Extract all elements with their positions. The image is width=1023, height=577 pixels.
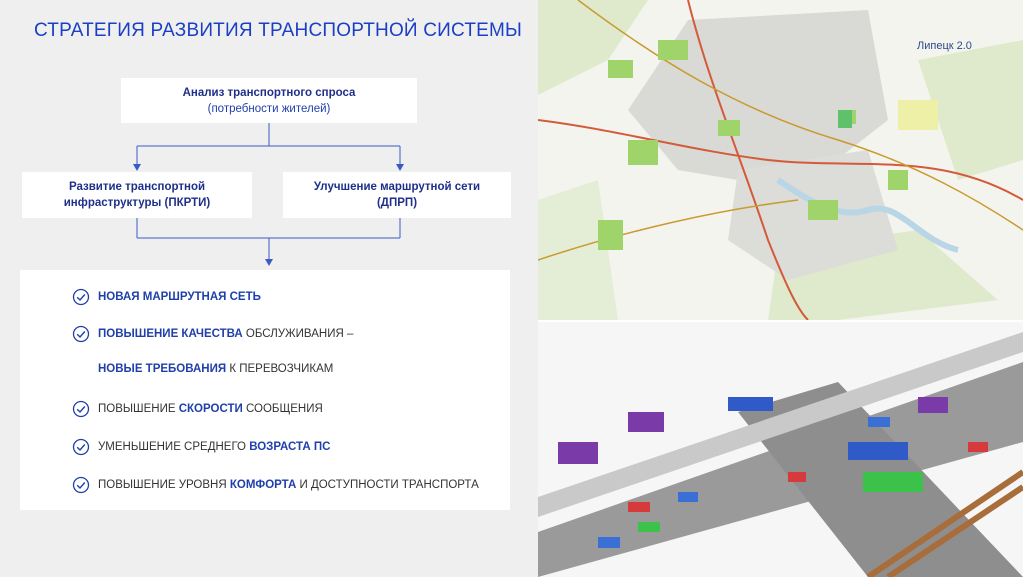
infrastructure-line2: инфраструктуры (ПКРТИ) (63, 197, 211, 209)
check-circle-icon (72, 400, 90, 418)
goal-highlight: ВОЗРАСТА ПС (249, 441, 331, 453)
goal-item: ПОВЫШЕНИЕ УРОВНЯ КОМФОРТА И ДОСТУПНОСТИ … (72, 476, 479, 494)
strategy-panel: СТРАТЕГИЯ РАЗВИТИЯ ТРАНСПОРТНОЙ СИСТЕМЫ … (0, 0, 538, 577)
goal-text: ПОВЫШЕНИЕ (98, 403, 179, 415)
goal-highlight: НОВАЯ МАРШРУТНАЯ СЕТЬ (98, 291, 261, 303)
check-circle-icon (72, 438, 90, 456)
route-network-line2: (ДПРП) (376, 197, 418, 209)
intersection-simulation (538, 322, 1023, 577)
goal-highlight: НОВЫЕ ТРЕБОВАНИЯ (98, 363, 227, 375)
map-label: Липецк 2.0 (917, 40, 972, 52)
demand-analysis-title: Анализ транспортного спроса (182, 86, 356, 99)
goal-item: ПОВЫШЕНИЕ СКОРОСТИ СООБЩЕНИЯ (72, 400, 323, 418)
goal-item: УМЕНЬШЕНИЕ СРЕДНЕГО ВОЗРАСТА ПС (72, 438, 330, 456)
goal-item: НОВЫЕ ТРЕБОВАНИЯ К ПЕРЕВОЗЧИКАМ (98, 363, 333, 375)
arrow-down-icon (265, 259, 273, 266)
goal-item: ПОВЫШЕНИЕ КАЧЕСТВА ОБСЛУЖИВАНИЯ – (72, 325, 353, 343)
arrow-down-icon (133, 164, 141, 171)
infrastructure-box: Развитие транспортной инфраструктуры (ПК… (22, 172, 252, 218)
check-circle-icon (72, 325, 90, 343)
demand-analysis-subtitle: (потребности жителей) (207, 102, 331, 115)
arrow-down-icon (396, 164, 404, 171)
goal-text: ОБСЛУЖИВАНИЯ – (242, 328, 354, 340)
city-transport-map: Липецк 2.0 (538, 0, 1023, 320)
demand-analysis-box: Анализ транспортного спроса (потребности… (121, 78, 417, 123)
illustrations-panel: Липецк 2.0 (538, 0, 1023, 577)
route-network-line1: Улучшение маршрутной сети (313, 181, 481, 193)
goal-highlight: ПОВЫШЕНИЕ КАЧЕСТВА (98, 328, 243, 340)
goals-box: НОВАЯ МАРШРУТНАЯ СЕТЬ ПОВЫШЕНИЕ КАЧЕСТВА… (20, 270, 510, 510)
goal-text: И ДОСТУПНОСТИ ТРАНСПОРТА (296, 479, 479, 491)
check-circle-icon (72, 476, 90, 494)
goal-text: К ПЕРЕВОЗЧИКАМ (226, 363, 334, 375)
route-network-box: Улучшение маршрутной сети (ДПРП) (283, 172, 511, 218)
simulation-graphic (538, 322, 1023, 577)
goal-text: ПОВЫШЕНИЕ УРОВНЯ (98, 479, 230, 491)
goal-item: НОВАЯ МАРШРУТНАЯ СЕТЬ (72, 288, 261, 306)
goal-highlight: КОМФОРТА (229, 479, 297, 491)
goal-text: УМЕНЬШЕНИЕ СРЕДНЕГО (98, 441, 250, 453)
slide-title: СТРАТЕГИЯ РАЗВИТИЯ ТРАНСПОРТНОЙ СИСТЕМЫ (34, 20, 523, 41)
goal-highlight: СКОРОСТИ (178, 403, 243, 415)
check-circle-icon (72, 288, 90, 306)
goal-text: СООБЩЕНИЯ (242, 403, 323, 415)
infrastructure-line1: Развитие транспортной (68, 181, 206, 193)
flow-connectors (133, 123, 404, 266)
